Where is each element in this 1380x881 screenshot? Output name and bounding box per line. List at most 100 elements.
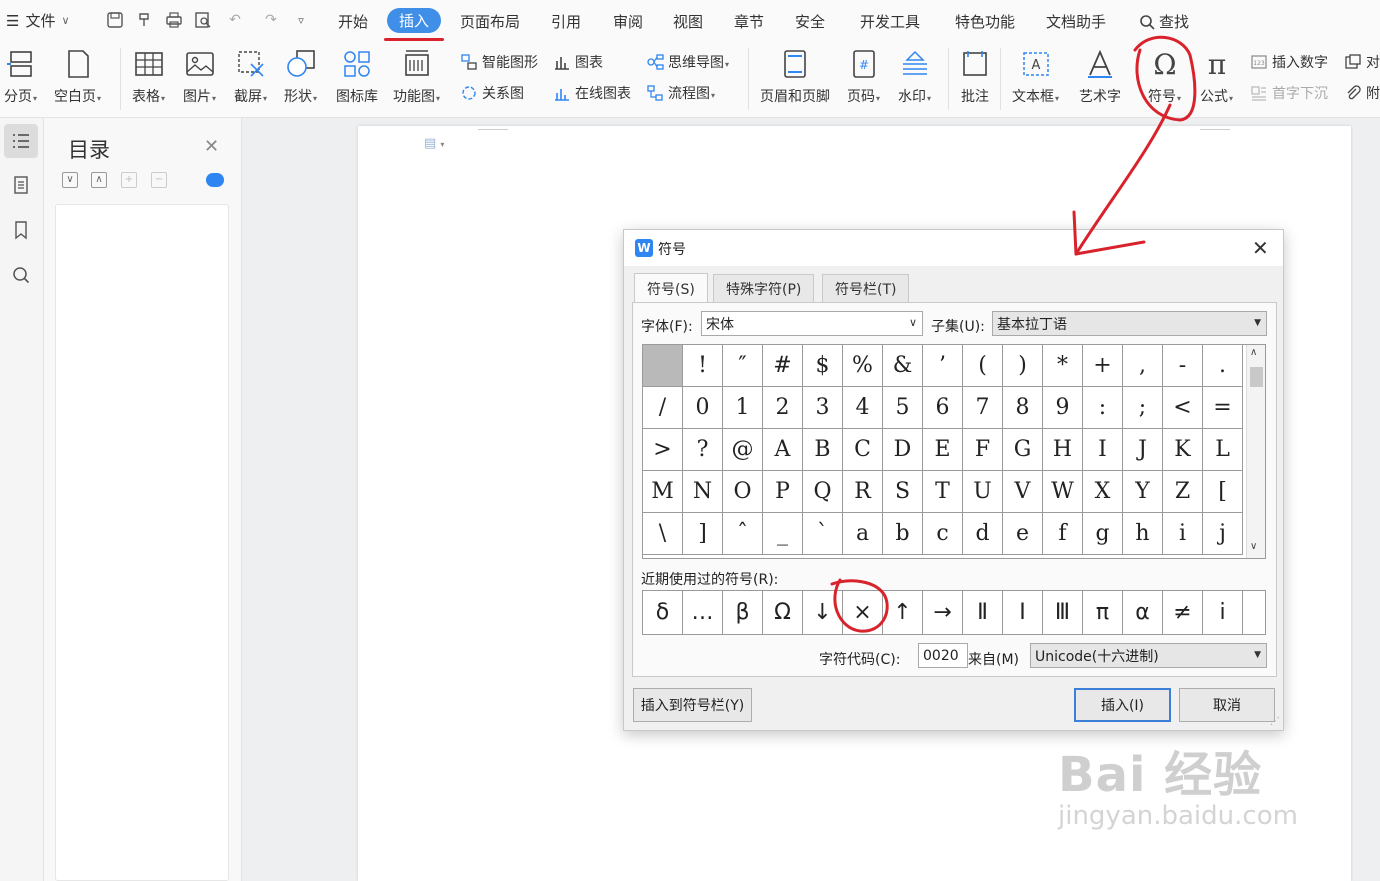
picture-button[interactable]: 图片▾ [183,48,216,106]
symbol-cell[interactable]: M [643,471,683,513]
shape-button[interactable]: 形状▾ [284,48,317,106]
scrollbar-thumb[interactable] [1250,367,1263,387]
symbol-cell[interactable]: c [923,513,963,555]
print-icon[interactable] [163,9,185,31]
tab-home[interactable]: 开始 [338,11,368,32]
recent-symbol-cell[interactable]: π [1083,591,1123,634]
symbol-cell[interactable]: ! [683,345,723,387]
tab-section[interactable]: 章节 [734,11,764,32]
symbol-cell[interactable]: ( [963,345,1003,387]
symbol-cell[interactable]: e [1003,513,1043,555]
symbol-cell[interactable]: [ [1203,471,1243,513]
online-chart-button[interactable]: 在线图表 [553,83,631,103]
redo-icon[interactable]: ↷ [260,9,282,31]
close-icon[interactable]: ✕ [1252,236,1269,260]
insert-number-button[interactable]: 123 插入数字 [1250,52,1328,72]
symbol-cell[interactable]: ? [683,429,723,471]
recent-symbol-cell[interactable]: ↑ [883,591,923,634]
toc-panel-button[interactable] [4,124,38,158]
symbol-cell[interactable]: ` [803,513,843,555]
symbol-cell[interactable]: Y [1123,471,1163,513]
recent-symbol-cell[interactable]: … [683,591,723,634]
symbol-cell[interactable] [643,345,683,387]
symbol-cell[interactable]: D [883,429,923,471]
symbol-cell[interactable]: C [843,429,883,471]
smart-shape-button[interactable]: 智能图形 [460,52,538,72]
symbol-cell[interactable]: 6 [923,387,963,429]
symbol-cell[interactable]: 2 [763,387,803,429]
recent-symbol-cell[interactable]: Ⅰ [1003,591,1043,634]
customize-toolbar-icon[interactable]: ▿ [290,9,312,31]
symbol-cell[interactable]: 0 [683,387,723,429]
tab-view[interactable]: 视图 [673,11,703,32]
textbox-button[interactable]: A 文本框▾ [1012,48,1059,106]
symbol-cell[interactable]: \ [643,513,683,555]
smart-toc-icon[interactable] [206,173,224,187]
symbol-cell[interactable]: X [1083,471,1123,513]
symbol-cell[interactable]: 3 [803,387,843,429]
object-button[interactable]: 对 [1344,52,1380,72]
function-chart-button[interactable]: 功能图▾ [393,48,440,106]
symbol-cell[interactable]: J [1123,429,1163,471]
symbol-cell[interactable]: ″ [723,345,763,387]
symbol-cell[interactable]: Q [803,471,843,513]
cancel-button[interactable]: 取消 [1179,688,1275,722]
symbol-cell[interactable]: F [963,429,1003,471]
symbol-cell[interactable]: / [643,387,683,429]
insert-button[interactable]: 插入(I) [1074,688,1171,722]
mindmap-button[interactable]: 思维导图▾ [646,52,729,72]
page-number-button[interactable]: # 页码▾ [847,48,880,106]
symbol-cell[interactable]: > [643,429,683,471]
dropcap-button[interactable]: 首字下沉 [1250,83,1328,103]
symbol-cell[interactable]: A [763,429,803,471]
symbol-cell[interactable]: - [1163,345,1203,387]
collapse-down-icon[interactable]: ∨ [62,172,78,188]
tab-page-layout[interactable]: 页面布局 [460,11,520,32]
comment-button[interactable]: 批注 [959,48,991,106]
symbol-cell[interactable]: P [763,471,803,513]
symbol-cell[interactable]: g [1083,513,1123,555]
close-icon[interactable]: ✕ [204,136,219,157]
symbol-cell[interactable]: _ [763,513,803,555]
char-code-input[interactable]: 0020 [918,643,968,668]
symbol-cell[interactable]: N [683,471,723,513]
symbol-cell[interactable]: E [923,429,963,471]
flowchart-button[interactable]: 流程图▾ [646,83,715,103]
symbol-cell[interactable]: % [843,345,883,387]
symbol-cell[interactable]: : [1083,387,1123,429]
file-menu[interactable]: ☰ 文件 ∨ [6,10,70,31]
symbol-cell[interactable]: & [883,345,923,387]
add-level-icon[interactable]: + [121,172,137,188]
attachment-button[interactable]: 附 [1344,83,1380,103]
symbol-cell[interactable]: R [843,471,883,513]
tab-security[interactable]: 安全 [795,11,825,32]
wordart-button[interactable]: 艺术字 [1079,48,1121,106]
blank-page-button[interactable]: 空白页▾ [54,48,101,106]
symbol-cell[interactable]: U [963,471,1003,513]
symbol-cell[interactable]: d [963,513,1003,555]
symbol-cell[interactable]: @ [723,429,763,471]
recent-symbol-cell[interactable]: Ⅲ [1043,591,1083,634]
symbol-cell[interactable]: B [803,429,843,471]
symbol-cell[interactable]: b [883,513,923,555]
symbol-cell[interactable]: ; [1123,387,1163,429]
symbol-cell[interactable]: V [1003,471,1043,513]
tab-features[interactable]: 特色功能 [955,11,1015,32]
symbol-grid-scrollbar[interactable]: ∧ ∨ [1246,345,1265,558]
screenshot-button[interactable]: 截屏▾ [234,48,267,106]
symbol-cell[interactable]: 1 [723,387,763,429]
tab-special-chars[interactable]: 特殊字符(P) [713,274,815,302]
recent-symbol-cell[interactable]: β [723,591,763,634]
symbol-button[interactable]: Ω 符号▾ [1148,48,1181,106]
symbol-cell[interactable]: G [1003,429,1043,471]
symbol-cell[interactable]: , [1123,345,1163,387]
symbol-cell[interactable]: 5 [883,387,923,429]
symbol-cell[interactable]: ] [683,513,723,555]
watermark-button[interactable]: 水印▾ [898,48,931,106]
symbol-cell[interactable]: S [883,471,923,513]
symbol-cell[interactable]: = [1203,387,1243,429]
symbol-cell[interactable]: H [1043,429,1083,471]
print-preview-icon[interactable] [192,9,214,31]
search-button[interactable]: 查找 [1139,11,1189,32]
recent-symbol-cell[interactable]: Ⅱ [963,591,1003,634]
